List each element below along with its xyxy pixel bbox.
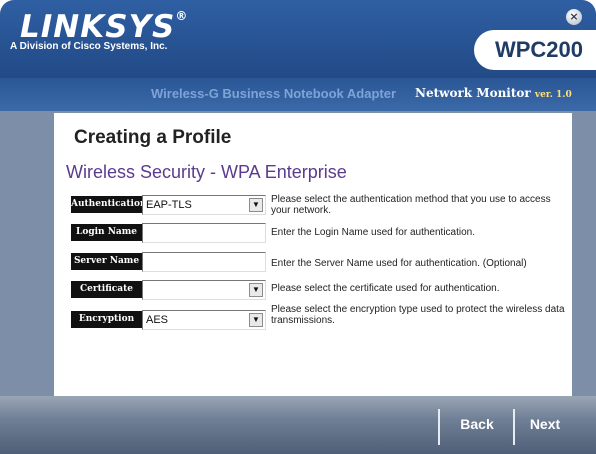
page-title: Creating a Profile [74,127,232,148]
divider [438,409,440,445]
chevron-down-icon[interactable]: ▼ [249,198,263,212]
certificate-label: Certificate [71,281,142,298]
server-name-label: Server Name [71,253,142,270]
authentication-value: EAP-TLS [146,199,192,211]
encryption-dropdown[interactable]: AES ▼ [142,310,266,330]
certificate-help: Please select the certificate used for a… [271,283,500,294]
close-icon[interactable]: × [566,9,582,25]
app-name: Network Monitor ver. 1.0 [415,86,572,100]
certificate-row: Certificate ▼ [71,280,266,300]
model-name: WPC200 [474,30,596,70]
login-name-input[interactable] [142,223,266,243]
product-name: Wireless-G Business Notebook Adapter [151,86,397,101]
encryption-value: AES [146,314,169,326]
encryption-help: Please select the encryption type used t… [271,304,565,326]
authentication-dropdown[interactable]: EAP-TLS ▼ [142,195,266,215]
login-name-row: Login Name [71,223,266,243]
version-label: ver. 1.0 [534,90,572,100]
encryption-label: Encryption [71,311,142,328]
back-button[interactable]: Back [452,413,502,435]
encryption-row: Encryption AES ▼ [71,310,266,330]
chevron-down-icon[interactable]: ▼ [249,313,263,327]
logo-registered-mark: ® [175,9,189,23]
content-panel: Creating a Profile Wireless Security - W… [54,113,572,396]
next-button[interactable]: Next [522,413,568,435]
server-name-help: Enter the Server Name used for authentic… [271,258,527,269]
server-name-input[interactable] [142,252,266,272]
chevron-down-icon[interactable]: ▼ [249,283,263,297]
monitor-label: Network Monitor [415,86,531,100]
certificate-dropdown[interactable]: ▼ [142,280,266,300]
server-name-row: Server Name [71,252,266,272]
authentication-label: Authentication [71,196,142,213]
login-name-label: Login Name [71,224,142,241]
footer-bar: Back Next [0,396,596,454]
login-name-help: Enter the Login Name used for authentica… [271,227,476,238]
section-title: Wireless Security - WPA Enterprise [66,162,347,182]
app-window: LINKSYS® A Division of Cisco Systems, In… [0,0,596,454]
authentication-help: Please select the authentication method … [271,194,551,216]
logo-text: LINKSYS [20,9,176,45]
authentication-row: Authentication EAP-TLS ▼ [71,195,266,215]
divider [513,409,515,445]
logo-tagline: A Division of Cisco Systems, Inc. [10,41,168,52]
linksys-logo: LINKSYS® [20,9,188,45]
